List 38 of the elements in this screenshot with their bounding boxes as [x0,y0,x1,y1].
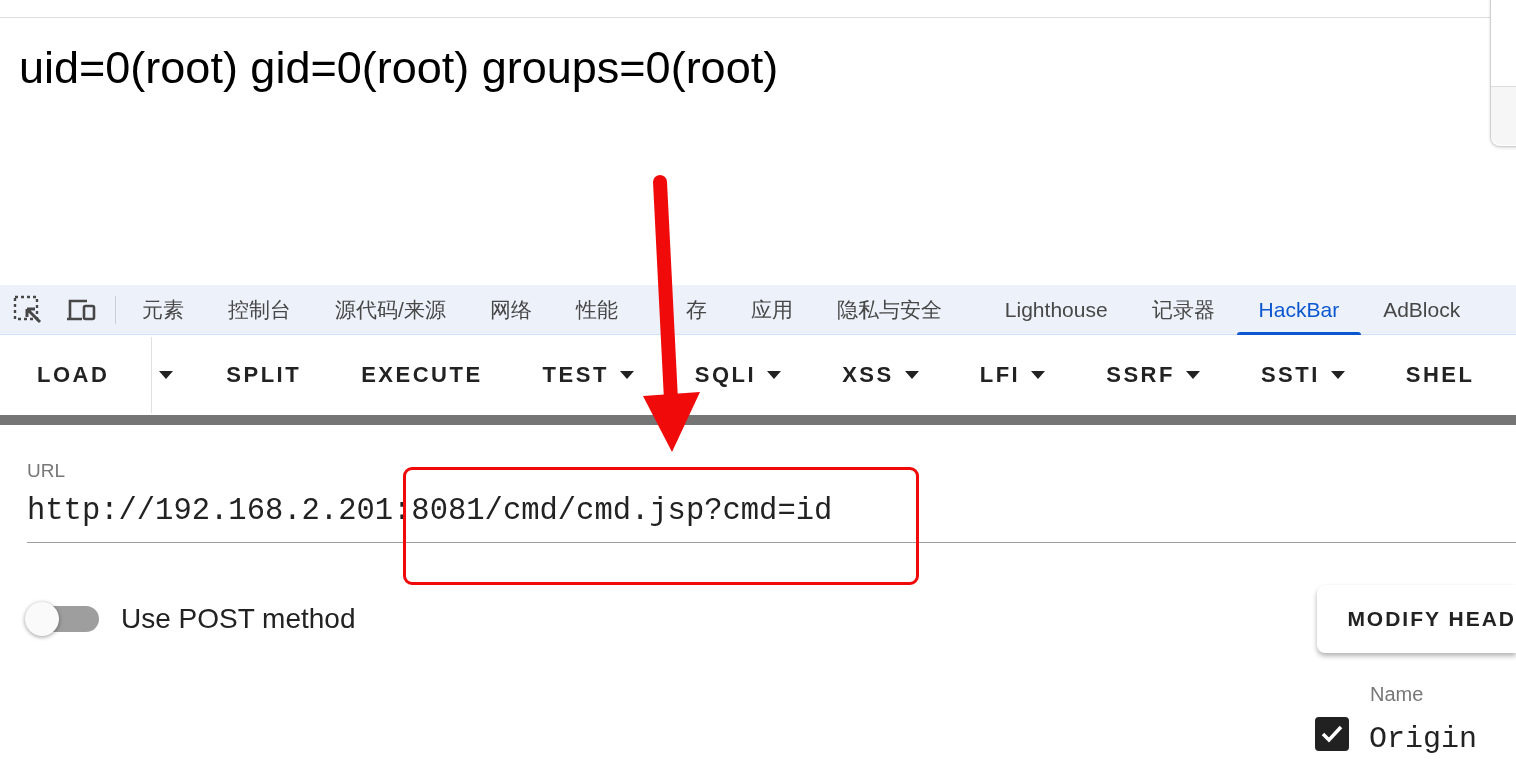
devtools-tab[interactable]: Lighthouse [982,285,1130,334]
column-label: Name [1370,683,1425,706]
toolbar-button[interactable]: LOAD [23,358,124,392]
devtools-tab[interactable]: HackBar [1236,285,1362,334]
devtools-tab[interactable]: 源代码/来源 [313,285,468,334]
devtools-tab[interactable]: 隐私与安全 [814,285,964,334]
toolbar-button[interactable]: SSTI [1246,358,1360,392]
modify-headers-button[interactable]: MODIFY HEAD [1317,585,1516,653]
toolbar-button[interactable]: LFI [965,358,1061,392]
toolbar-button[interactable]: SPLIT [212,358,316,392]
caret-icon [1030,370,1047,380]
caret-icon [766,370,783,380]
toolbar-button[interactable]: EXECUTE [347,358,497,392]
caret-icon [903,370,920,380]
caret-icon [1184,370,1201,380]
checkbox[interactable] [1315,717,1349,751]
toolbar-button[interactable]: SHEL [1391,358,1489,392]
field-label: URL [27,460,66,482]
toolbar-button[interactable]: SSRF [1092,358,1215,392]
command-output: uid=0(root) gid=0(root) groups=0(root) [18,41,779,94]
toggle-label: Use POST method [121,603,356,635]
devtools-tab[interactable]: 控制台 [206,285,313,334]
toolbar-button[interactable]: XSS [828,358,934,392]
devtools-tab[interactable]: 记录器 [1129,285,1237,334]
devtools-tab[interactable]: 性能 [553,285,640,334]
toolbar-button[interactable]: SQLI [680,358,797,392]
inspect-icon[interactable] [13,294,43,325]
devtools-tab[interactable]: 应用 [728,285,815,334]
devtools-tab[interactable]: AdBlock [1361,285,1483,334]
devtools-tab[interactable]: 元素 [120,285,206,334]
caret-icon [158,370,175,380]
header-name: Origin [1369,722,1478,756]
caret-icon [1329,370,1346,380]
caret-icon [618,370,635,380]
devtools-tab[interactable]: 网络 [467,285,554,334]
toolbar-button[interactable]: TEST [528,358,649,392]
checkmark-icon [1320,724,1344,744]
devtools-tab[interactable]: 存 [639,285,729,334]
